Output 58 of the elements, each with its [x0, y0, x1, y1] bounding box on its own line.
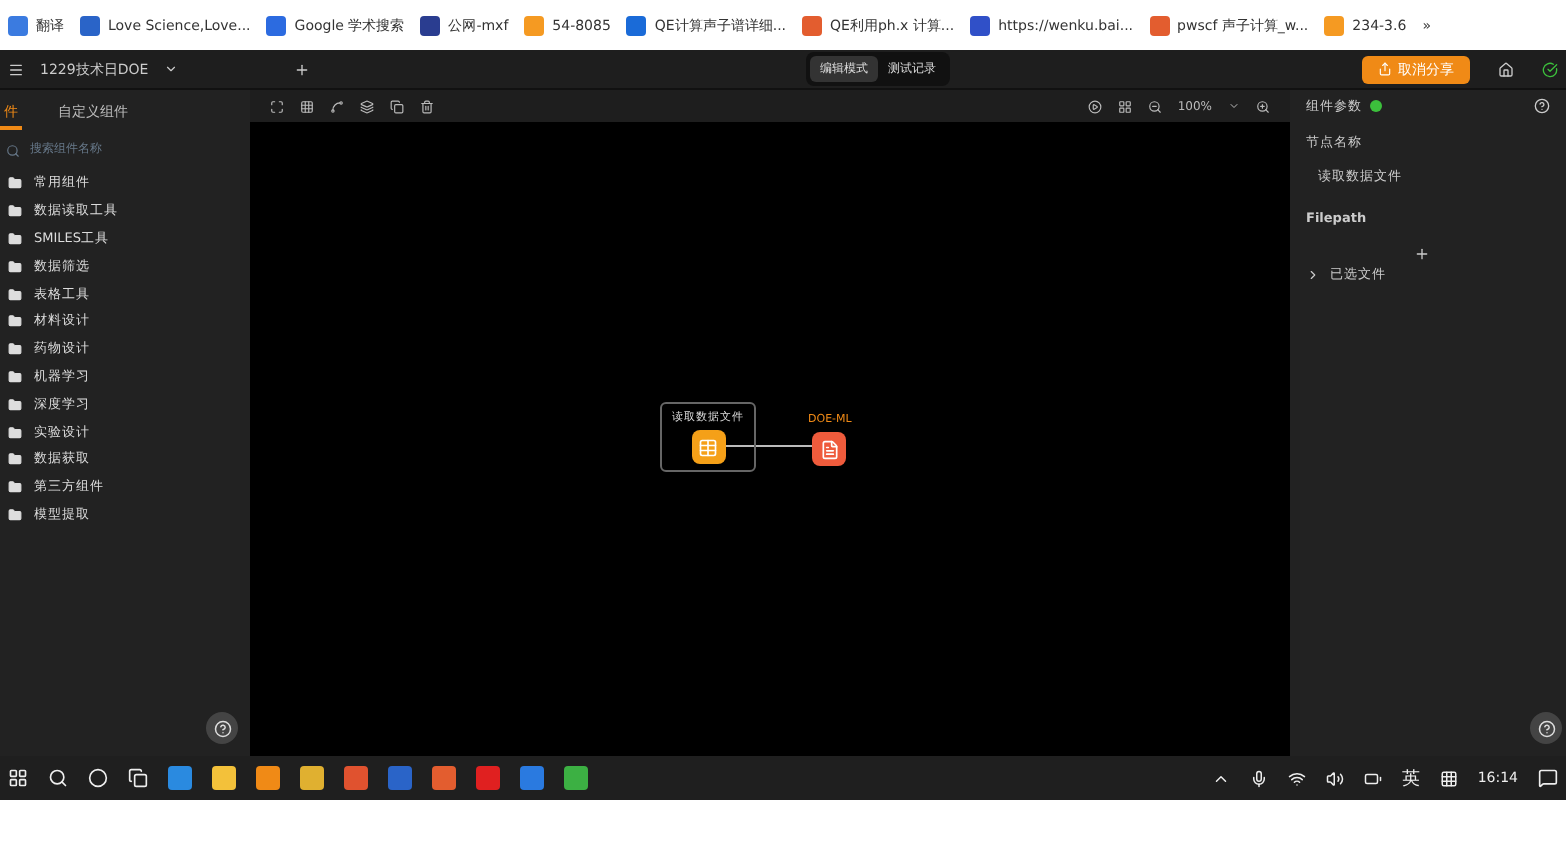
fit-icon[interactable]: [270, 99, 284, 113]
site-icon: [802, 15, 823, 35]
folder-icon: [8, 369, 22, 384]
wifi-icon[interactable]: [1287, 769, 1306, 787]
folder-icon: [8, 397, 22, 412]
notification-icon[interactable]: [1538, 768, 1558, 788]
folder-icon: [8, 204, 22, 219]
search-icon: [6, 143, 20, 157]
add-icon[interactable]: [294, 61, 311, 77]
start-icon[interactable]: [8, 768, 28, 788]
battery-icon[interactable]: [1363, 769, 1382, 787]
zoom-out-icon[interactable]: [1147, 99, 1162, 113]
microphone-icon[interactable]: [1249, 769, 1268, 787]
site-icon: [8, 15, 28, 35]
copy-icon[interactable]: [390, 99, 404, 113]
site-icon: [626, 15, 647, 35]
site-icon: [1324, 15, 1345, 35]
grid-icon[interactable]: [300, 99, 314, 113]
site-icon: [524, 15, 545, 35]
folder-icon: [8, 176, 22, 191]
caret-icon[interactable]: [1228, 100, 1240, 112]
home-icon[interactable]: [1498, 61, 1514, 77]
play-icon[interactable]: [1087, 99, 1102, 113]
layers-icon[interactable]: [360, 99, 374, 113]
input-method[interactable]: 英: [1401, 765, 1420, 791]
table-icon: [691, 430, 725, 464]
zoom-in-icon[interactable]: [1256, 99, 1270, 113]
folder-icon: [8, 287, 22, 302]
volume-icon[interactable]: [1325, 769, 1344, 787]
site-icon: [1149, 15, 1170, 35]
expand-icon[interactable]: [1306, 268, 1320, 282]
folder-icon: [8, 342, 22, 357]
site-icon: [266, 15, 287, 35]
help-icon[interactable]: [1534, 98, 1550, 114]
delete-icon[interactable]: [420, 99, 434, 113]
help-icon: [213, 719, 231, 737]
search-icon[interactable]: [48, 768, 68, 788]
site-icon: [420, 15, 441, 35]
task-view-icon[interactable]: [128, 768, 148, 788]
add-file-icon[interactable]: [1414, 246, 1430, 262]
folder-icon: [8, 507, 22, 522]
help-button[interactable]: [1530, 712, 1562, 744]
check-icon: [1542, 61, 1558, 77]
share-icon: [1378, 62, 1392, 76]
chevron-down-icon[interactable]: [164, 62, 179, 76]
folder-icon: [8, 231, 22, 246]
folder-icon: [8, 452, 22, 467]
folder-icon: [8, 314, 22, 329]
menu-icon[interactable]: [8, 61, 24, 77]
folder-icon: [8, 480, 22, 495]
site-icon: [80, 15, 100, 35]
connector-icon[interactable]: [330, 99, 344, 113]
site-icon: [970, 15, 991, 35]
help-icon: [1537, 719, 1555, 737]
folder-icon: [8, 425, 22, 440]
folder-icon: [8, 259, 22, 274]
document-icon: [812, 432, 847, 466]
connector-line: [726, 445, 818, 447]
